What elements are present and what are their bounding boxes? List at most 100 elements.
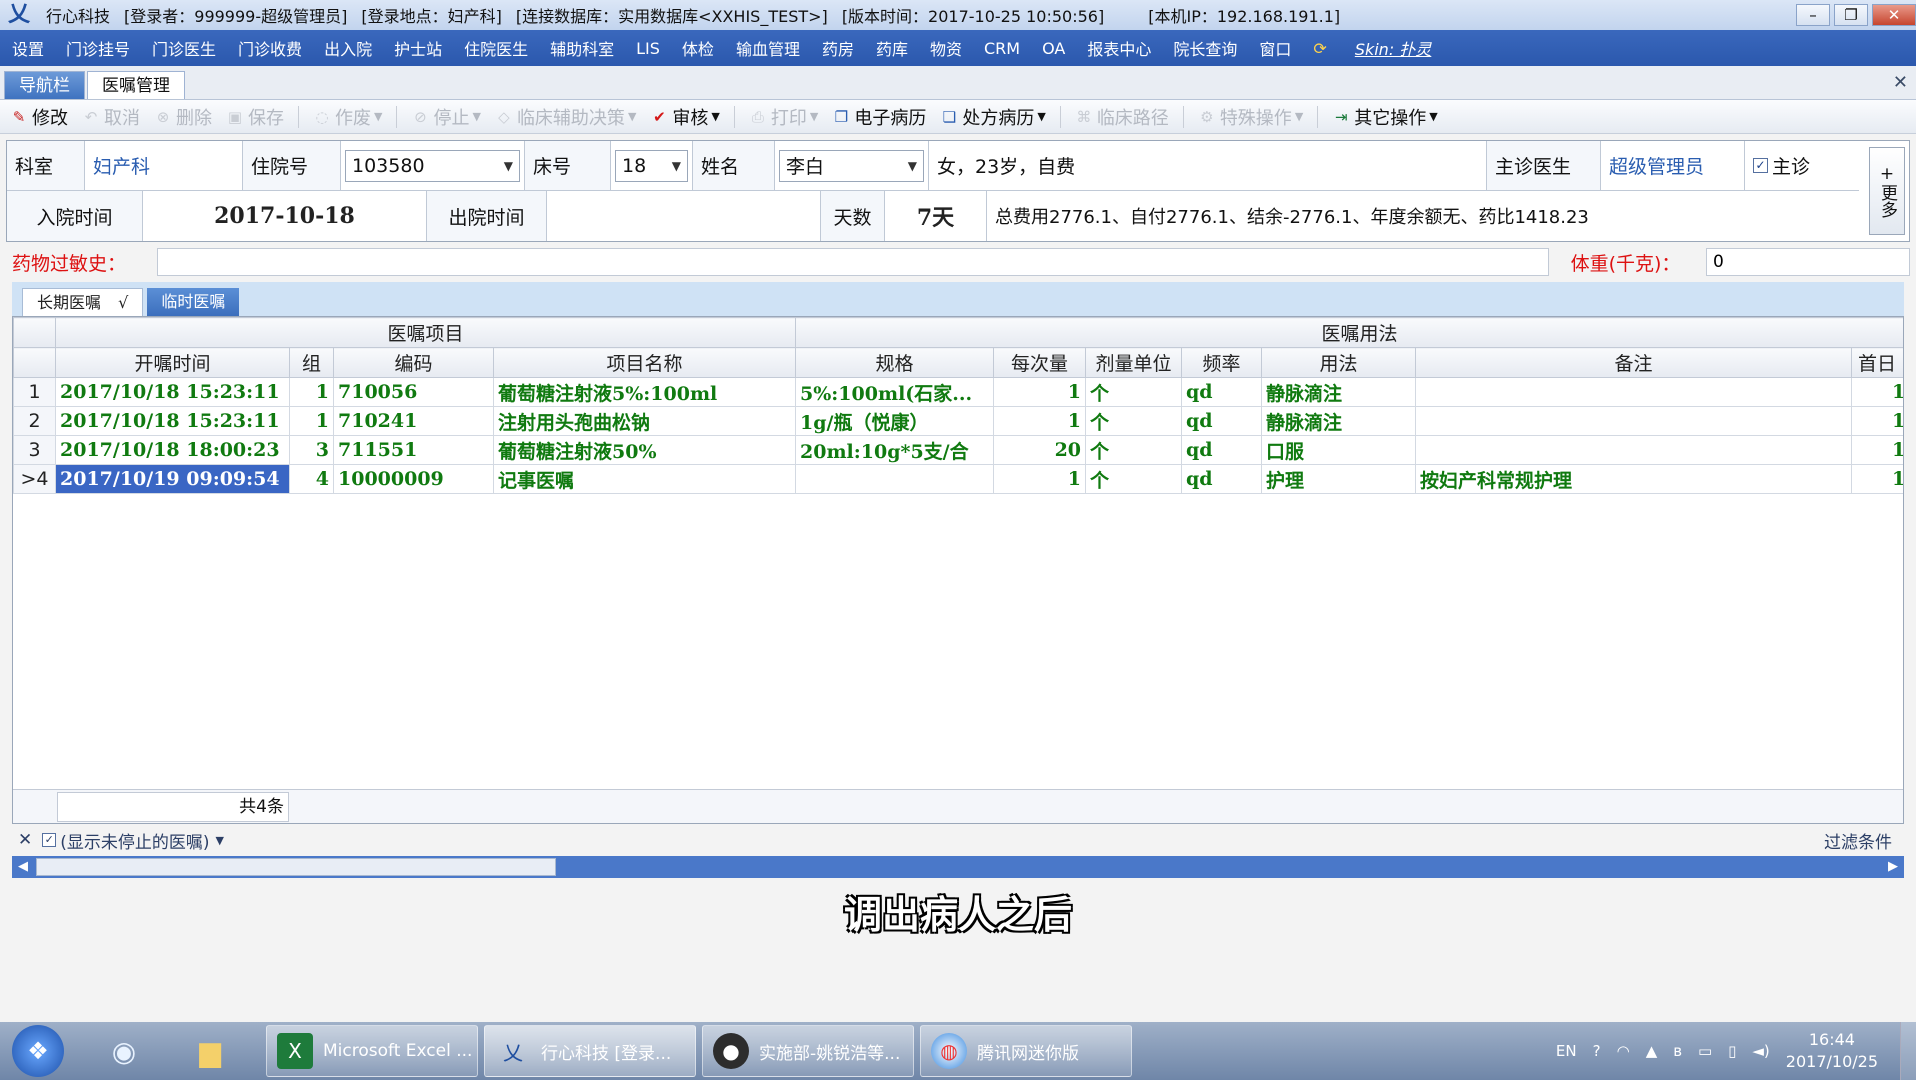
show-active-checkbox[interactable]: ✓ [42,833,57,847]
close-button[interactable]: ✕ [1872,4,1916,26]
menu-director-query[interactable]: 院长查询 [1173,36,1237,60]
show-hidden-icon[interactable]: ▲ [1646,1042,1658,1060]
cell-dose[interactable]: 1 [993,464,1087,494]
close-tab-icon[interactable]: ✕ [1893,72,1908,93]
col-header-order-time[interactable]: 开嘱时间 [55,347,290,378]
cell-spec[interactable]: 5%:100ml(石家... [795,377,995,407]
table-row-selected[interactable]: >4 2017/10/19 09:09:54 4 10000009 记事医嘱 1… [13,464,1903,494]
show-desktop-button[interactable] [1900,1022,1916,1080]
cell-dose[interactable]: 1 [993,406,1087,436]
weight-input[interactable] [1706,248,1910,276]
void-button[interactable]: ◌ 作废 ▼ [313,104,382,130]
cell-order-time[interactable]: 2017/10/18 15:23:11 [55,377,290,407]
cell-note[interactable] [1415,406,1853,436]
cell-first-day[interactable]: 1 [1851,464,1903,494]
task-tencent[interactable]: ◍ 腾讯网迷你版 [920,1025,1132,1077]
chevron-down-icon[interactable]: ▼ [216,834,224,847]
filter-conditions-link[interactable]: 过滤条件 [1824,828,1892,853]
cell-dose-unit[interactable]: 个 [1085,377,1183,407]
cell-note[interactable] [1415,377,1853,407]
start-button[interactable]: ❖ [12,1025,64,1077]
cell-item-name[interactable]: 葡萄糖注射液50% [492,435,797,465]
horizontal-scrollbar[interactable]: ◀ ▶ [12,856,1904,878]
col-header-dose[interactable]: 每次量 [993,347,1087,378]
col-header-item-name[interactable]: 项目名称 [492,347,797,378]
clear-filter-icon[interactable]: ✕ [18,830,32,850]
col-header-usage[interactable]: 用法 [1261,347,1417,378]
cell-code[interactable]: 10000009 [333,464,494,494]
pinned-explorer[interactable]: ▆ [180,1026,240,1076]
restore-button[interactable]: ❐ [1834,4,1868,26]
col-header-note[interactable]: 备注 [1415,347,1853,378]
network-icon[interactable]: ▭ [1698,1042,1712,1060]
menu-auxiliary-dept[interactable]: 辅助科室 [550,36,614,60]
wifi-icon[interactable]: ◠ [1617,1042,1630,1060]
task-chat[interactable]: ● 实施部-姚锐浩等... [702,1025,914,1077]
scrollbar-thumb[interactable] [36,858,556,876]
clock[interactable]: 16:44 2017/10/25 [1786,1029,1878,1073]
menu-outpatient-billing[interactable]: 门诊收费 [238,36,302,60]
emr-button[interactable]: ❐ 电子病历 [832,104,927,130]
cell-spec[interactable] [795,464,995,494]
cell-frequency[interactable]: qd [1181,464,1263,494]
cell-note[interactable]: 按妇产科常规护理 [1415,464,1853,494]
other-ops-button[interactable]: ⇥ 其它操作 ▼ [1332,104,1438,130]
minimize-button[interactable]: – [1796,4,1830,26]
cell-usage[interactable]: 静脉滴注 [1261,406,1417,436]
primary-checkbox[interactable]: ✓ 主诊 [1745,141,1845,190]
menu-drug-store[interactable]: 药库 [876,36,908,60]
table-row[interactable]: 3 2017/10/18 18:00:23 3 711551 葡萄糖注射液50%… [13,435,1903,465]
bed-combo[interactable]: 18 ▼ [615,149,688,182]
cell-group[interactable]: 3 [289,435,334,465]
tab-navigation[interactable]: 导航栏 [4,71,85,99]
col-header-code[interactable]: 编码 [333,347,494,378]
cell-group[interactable]: 1 [289,406,334,436]
cell-frequency[interactable]: qd [1181,406,1263,436]
menu-settings[interactable]: 设置 [12,36,44,60]
cell-order-time[interactable]: 2017/10/19 09:09:54 [55,464,290,494]
task-excel[interactable]: X Microsoft Excel ... [266,1025,478,1077]
menu-crm[interactable]: CRM [984,39,1020,58]
cell-code[interactable]: 710241 [333,406,494,436]
stop-button[interactable]: ⊘ 停止 ▼ [411,104,481,130]
menu-report-center[interactable]: 报表中心 [1087,36,1151,60]
modify-button[interactable]: ✎ 修改 [10,104,68,130]
tab-temporary-orders[interactable]: 临时医嘱 [147,288,240,316]
cell-usage[interactable]: 口服 [1261,435,1417,465]
tab-long-term-orders[interactable]: 长期医嘱 √ [22,288,144,316]
cancel-button[interactable]: ↶ 取消 [82,104,140,130]
skin-selector[interactable]: Skin: 扑灵 [1355,36,1432,60]
more-button[interactable]: + 更多 [1869,147,1905,235]
clinical-decision-button[interactable]: ◇ 临床辅助决策 ▼ [495,104,636,130]
table-row[interactable]: 1 2017/10/18 15:23:11 1 710056 葡萄糖注射液5%:… [13,377,1903,407]
refresh-icon[interactable]: ⟳ [1313,39,1326,58]
col-header-first-day[interactable]: 首日 [1851,347,1903,378]
cell-dose[interactable]: 1 [993,377,1087,407]
bluetooth-icon[interactable]: ʙ [1673,1042,1682,1060]
cell-note[interactable] [1415,435,1853,465]
name-combo[interactable]: 李白 ▼ [779,149,924,182]
inpatient-no-combo[interactable]: 103580 ▼ [345,149,520,182]
cell-dose-unit[interactable]: 个 [1085,435,1183,465]
cell-item-name[interactable]: 注射用头孢曲松钠 [492,406,797,436]
cell-first-day[interactable]: 1 [1851,435,1903,465]
cell-item-name[interactable]: 葡萄糖注射液5%:100ml [492,377,797,407]
cell-code[interactable]: 711551 [333,435,494,465]
col-header-group[interactable]: 组 [289,347,334,378]
menu-supplies[interactable]: 物资 [930,36,962,60]
cell-item-name[interactable]: 记事医嘱 [492,464,797,494]
cell-first-day[interactable]: 1 [1851,406,1903,436]
table-row[interactable]: 2 2017/10/18 15:23:11 1 710241 注射用头孢曲松钠 … [13,406,1903,436]
power-icon[interactable]: ▯ [1728,1042,1736,1060]
col-header-frequency[interactable]: 频率 [1181,347,1263,378]
cell-frequency[interactable]: qd [1181,377,1263,407]
menu-pharmacy[interactable]: 药房 [822,36,854,60]
cell-dose-unit[interactable]: 个 [1085,406,1183,436]
language-indicator[interactable]: EN [1556,1042,1577,1060]
pinned-browser[interactable]: ◉ [94,1026,154,1076]
menu-lis[interactable]: LIS [636,39,660,58]
menu-outpatient-registration[interactable]: 门诊挂号 [66,36,130,60]
allergy-input[interactable] [157,248,1549,276]
review-button[interactable]: ✔ 审核 ▼ [650,104,720,130]
cell-group[interactable]: 1 [289,377,334,407]
